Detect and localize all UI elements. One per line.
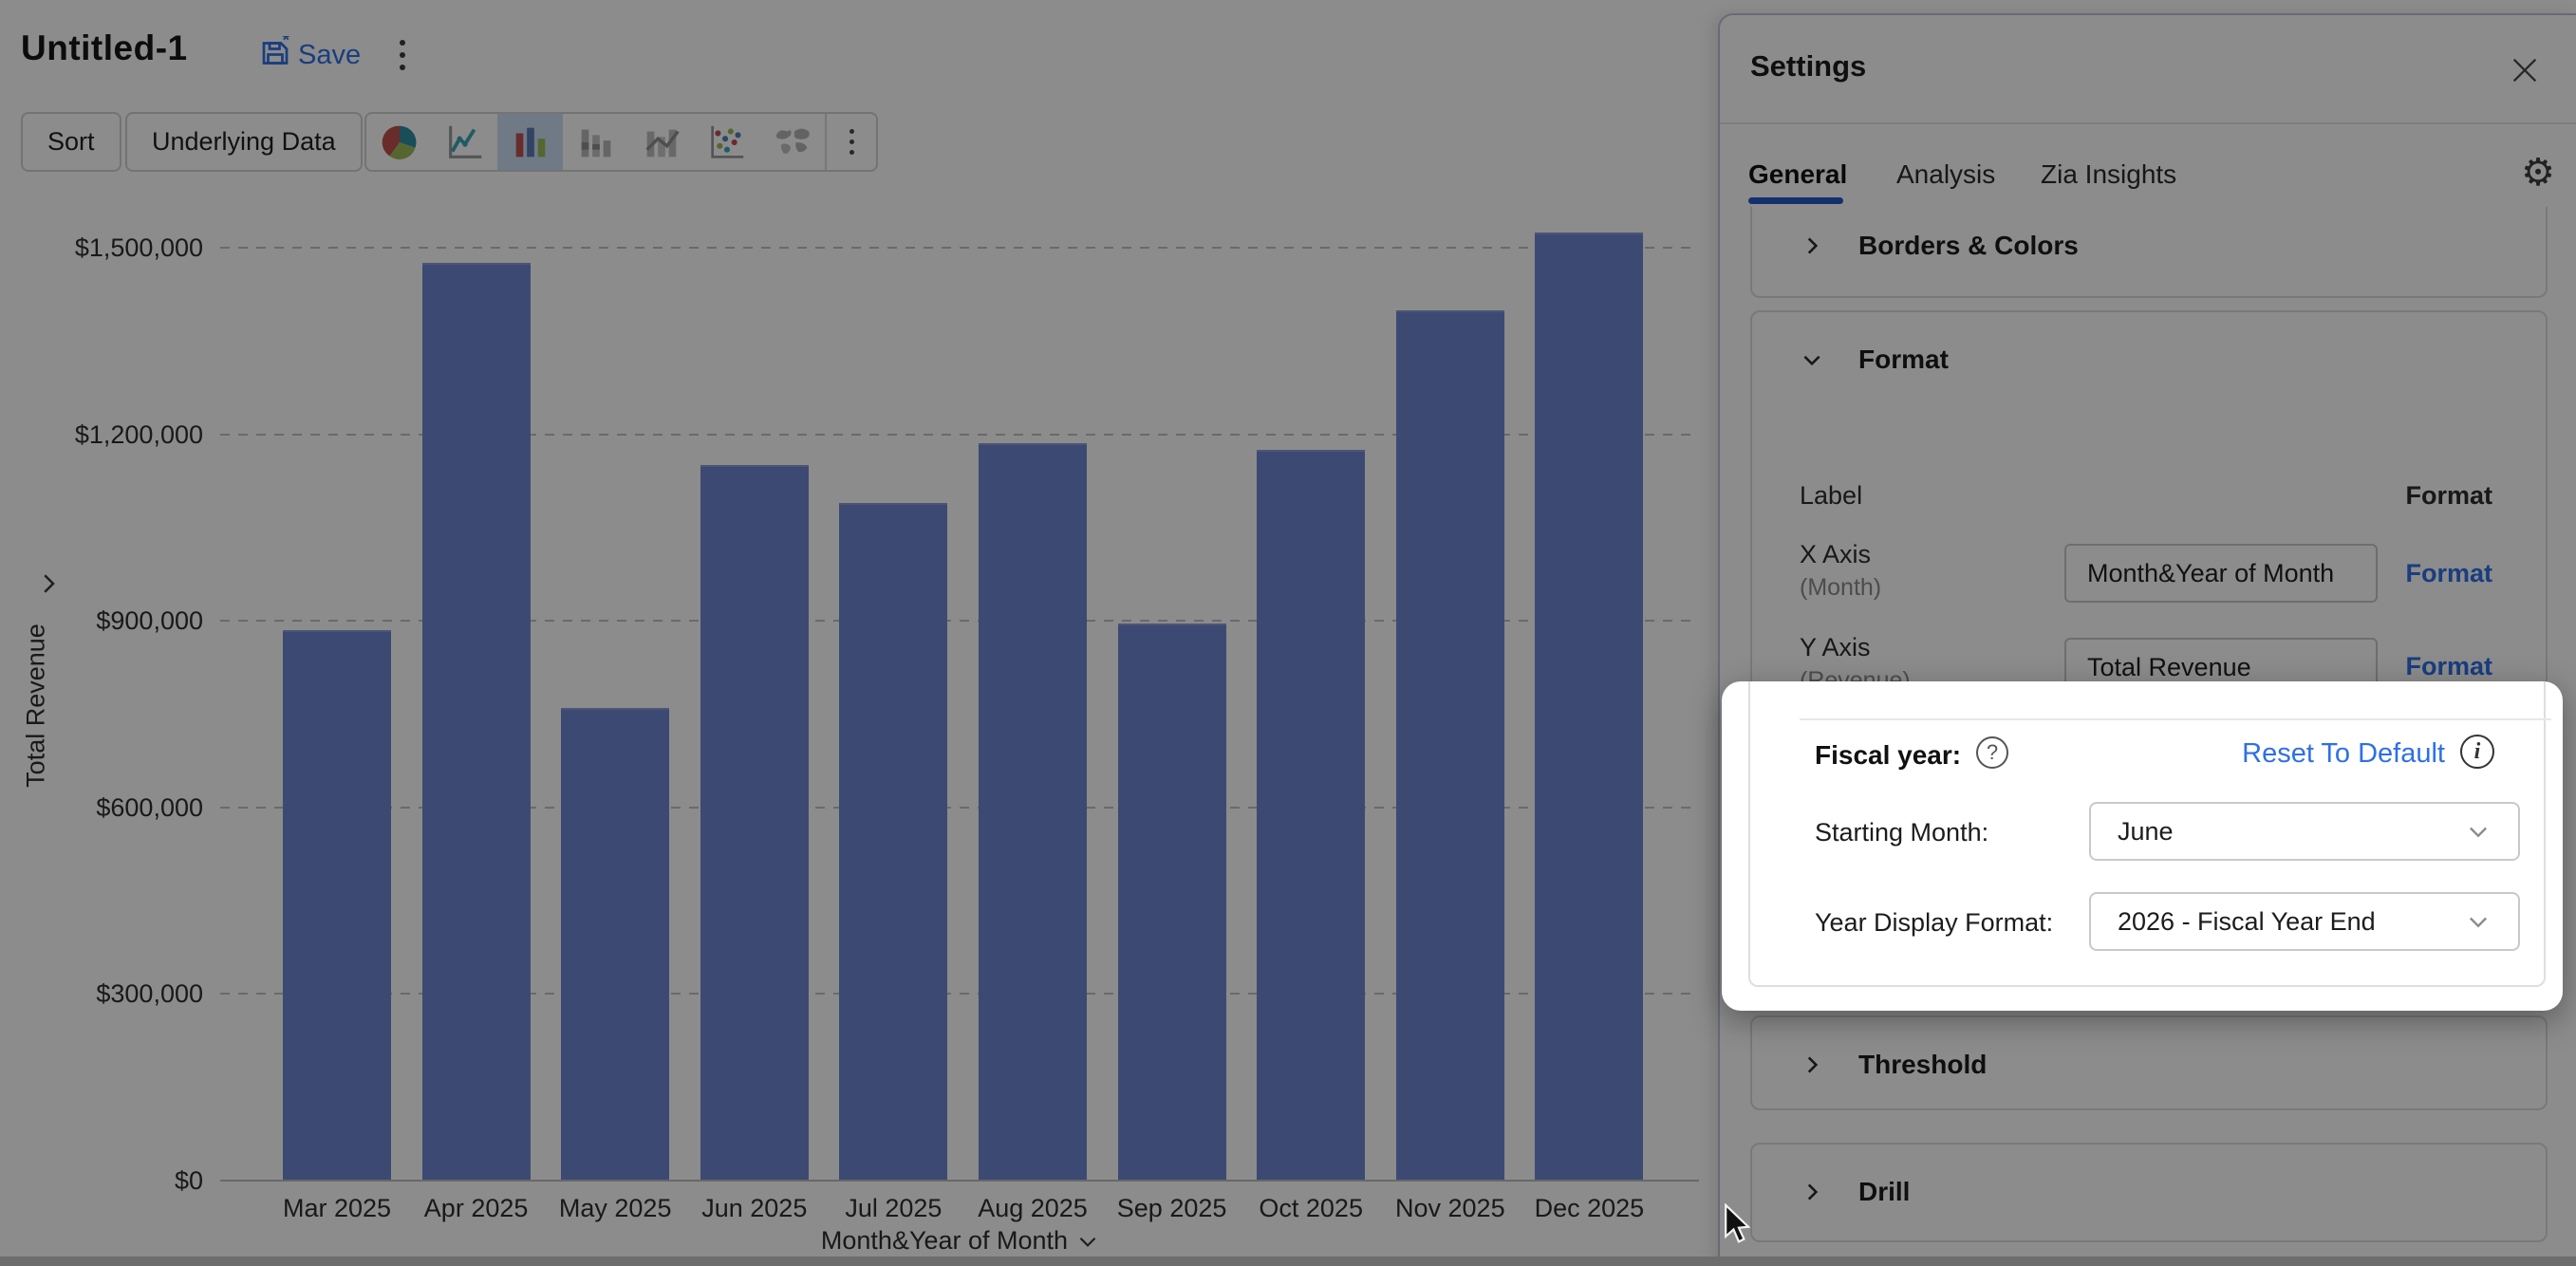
x-axis-row-sub: (Month) [1800, 574, 1881, 602]
y-axis-row-label: Y Axis [1800, 633, 1871, 662]
close-icon[interactable] [2502, 47, 2548, 93]
settings-title: Settings [1750, 49, 1866, 84]
y-tick-label: $300,000 [13, 977, 203, 1010]
format-header[interactable]: Format [1752, 312, 2546, 407]
x-tick-label: Sep 2025 [1101, 1192, 1243, 1224]
x-axis-baseline [220, 1180, 1699, 1182]
underlying-data-button[interactable]: Underlying Data [125, 112, 363, 172]
chevron-down-icon [1075, 1229, 1100, 1254]
x-tick-label: Mar 2025 [266, 1192, 408, 1224]
chevron-right-icon [1800, 233, 1824, 258]
chart-type-switcher [364, 112, 878, 172]
x-tick-label: Apr 2025 [405, 1192, 548, 1224]
drill-header[interactable]: Drill [1752, 1145, 2546, 1239]
section-title: Threshold [1858, 1050, 1987, 1080]
bar-apr-2025[interactable] [422, 263, 531, 1180]
save-icon: * [258, 36, 292, 75]
bar-dec-2025[interactable] [1535, 233, 1643, 1180]
section-title: Drill [1858, 1177, 1910, 1207]
label-row-label: Label [1800, 481, 1862, 511]
bar-jul-2025[interactable] [839, 503, 947, 1180]
bar-oct-2025[interactable] [1257, 450, 1365, 1180]
bar-may-2025[interactable] [561, 708, 669, 1180]
bar-line-combo-icon[interactable] [628, 114, 694, 170]
x-tick-label: May 2025 [544, 1192, 686, 1224]
fiscal-section-frame: Fiscal year: ? Reset To Default i Starti… [1748, 681, 2546, 987]
tab-zia-insights[interactable]: Zia Insights [2041, 144, 2176, 205]
tab-analysis[interactable]: Analysis [1896, 144, 1995, 205]
x-tick-label: Nov 2025 [1379, 1192, 1521, 1224]
chevron-down-icon [1800, 347, 1824, 372]
svg-text:*: * [283, 36, 290, 51]
fiscal-divider [1800, 718, 2551, 720]
x-tick-label: Oct 2025 [1240, 1192, 1382, 1224]
bar-mar-2025[interactable] [283, 630, 391, 1180]
page-title: Untitled-1 [21, 28, 188, 68]
y-axis-format-link[interactable]: Format [2405, 652, 2492, 681]
chevron-right-icon [1800, 1180, 1824, 1204]
bottom-edge [0, 1257, 2576, 1266]
x-tick-label: Dec 2025 [1518, 1192, 1660, 1224]
x-tick-label: Jul 2025 [822, 1192, 964, 1224]
label-format-button[interactable]: Format [2405, 481, 2492, 511]
active-tab-underline [1748, 197, 1843, 204]
year-display-format-dropdown[interactable]: 2026 - Fiscal Year End [2089, 892, 2520, 951]
y-tick-label: $0 [13, 1164, 203, 1197]
section-title: Borders & Colors [1858, 231, 2079, 261]
fiscal-year-label: Fiscal year: [1815, 740, 1961, 771]
section-title: Format [1858, 344, 1949, 375]
x-tick-label: Jun 2025 [683, 1192, 826, 1224]
y-axis-title[interactable]: Total Revenue [22, 564, 51, 848]
starting-month-value: June [2118, 817, 2174, 847]
x-axis-format-link[interactable]: Format [2405, 559, 2492, 588]
borders-colors-header[interactable]: Borders & Colors [1752, 207, 2546, 285]
mouse-cursor [1720, 1203, 1756, 1250]
bar-chart-icon[interactable] [497, 114, 563, 170]
x-axis-title-label: Month&Year of Month [821, 1226, 1068, 1256]
scatter-plot-icon[interactable] [694, 114, 759, 170]
section-threshold: Threshold [1750, 1015, 2548, 1110]
settings-panel: Settings General Analysis Zia Insights ⚙… [1718, 13, 2576, 1266]
chart-types-overflow-icon[interactable] [827, 114, 876, 170]
fiscal-year-spotlight-card: Fiscal year: ? Reset To Default i Starti… [1722, 681, 2563, 1011]
settings-header: Settings [1720, 15, 2576, 122]
gridline [220, 247, 1699, 249]
bar-sep-2025[interactable] [1118, 624, 1226, 1180]
save-button[interactable]: * Save [258, 36, 361, 75]
x-tick-label: Aug 2025 [961, 1192, 1104, 1224]
chevron-right-icon [1800, 1052, 1824, 1077]
pie-chart-icon[interactable] [366, 114, 432, 170]
world-map-icon[interactable] [759, 114, 825, 170]
bar-aug-2025[interactable] [979, 443, 1087, 1180]
starting-month-dropdown[interactable]: June [2089, 802, 2520, 861]
gear-icon[interactable]: ⚙ [2513, 148, 2563, 197]
year-display-format-value: 2026 - Fiscal Year End [2118, 907, 2376, 937]
tab-general[interactable]: General [1748, 144, 1847, 205]
help-icon[interactable]: ? [1976, 736, 2008, 769]
x-axis-title[interactable]: Month&Year of Month [818, 1226, 1103, 1256]
reset-to-default-link[interactable]: Reset To Default [2242, 738, 2445, 770]
y-tick-label: $1,500,000 [13, 232, 203, 264]
chevron-down-icon [2465, 818, 2492, 845]
title-overflow-menu-icon[interactable] [383, 34, 421, 76]
bar-nov-2025[interactable] [1396, 310, 1504, 1180]
x-axis-row-label: X Axis [1800, 540, 1871, 569]
y-tick-label: $1,200,000 [13, 419, 203, 451]
threshold-header[interactable]: Threshold [1752, 1017, 2546, 1112]
info-icon[interactable]: i [2460, 735, 2494, 769]
save-label: Save [298, 40, 361, 71]
header-divider [1720, 122, 2576, 124]
year-display-format-label: Year Display Format: [1815, 908, 2053, 938]
starting-month-label: Starting Month: [1815, 818, 1988, 847]
x-axis-label-input[interactable] [2064, 544, 2378, 603]
line-chart-icon[interactable] [432, 114, 497, 170]
section-drill: Drill [1750, 1143, 2548, 1242]
bar-jun-2025[interactable] [700, 465, 809, 1180]
chevron-down-icon [2465, 908, 2492, 935]
stacked-bar-chart-icon[interactable] [563, 114, 628, 170]
sort-button[interactable]: Sort [21, 112, 121, 172]
section-borders-colors: Borders & Colors [1750, 207, 2548, 298]
